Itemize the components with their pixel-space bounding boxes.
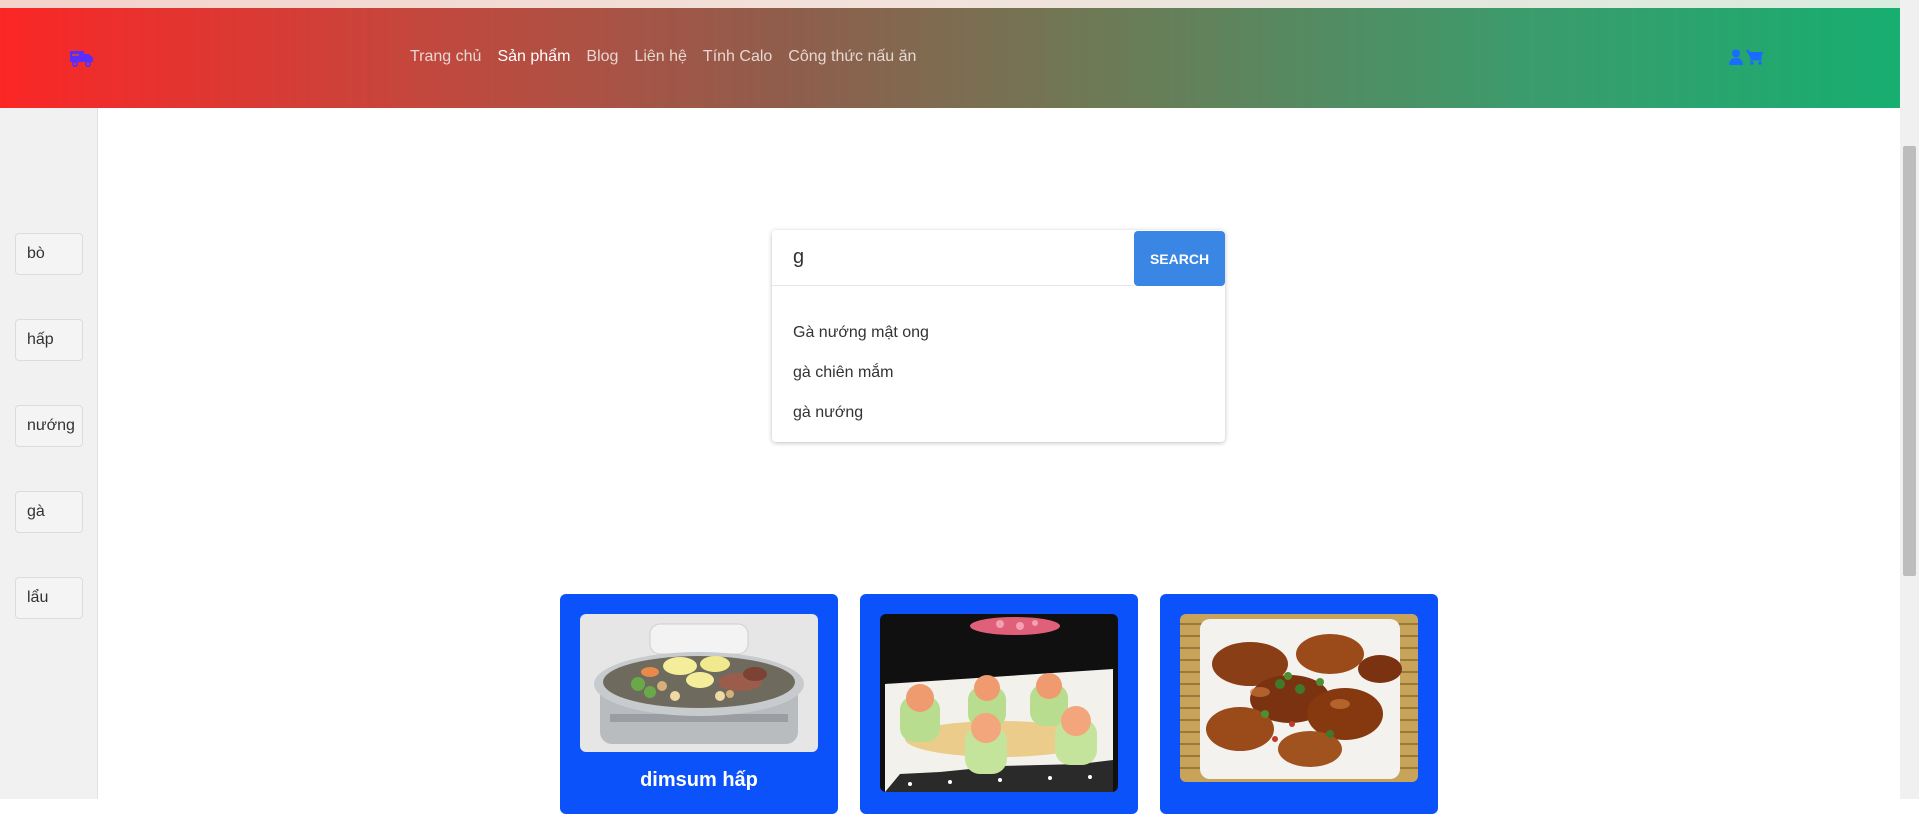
product-image-dimsum[interactable] xyxy=(580,614,818,752)
scrollbar-thumb[interactable] xyxy=(1903,146,1916,576)
nav-link-products[interactable]: Sản phẩm xyxy=(497,48,570,66)
tag-chip[interactable]: lẩu xyxy=(15,577,83,619)
truck-icon[interactable] xyxy=(70,48,94,68)
search-button[interactable]: SEARCH xyxy=(1134,231,1225,286)
nav-link-blog[interactable]: Blog xyxy=(586,48,618,66)
tag-chip[interactable]: nướng xyxy=(15,405,83,447)
search-input[interactable] xyxy=(772,230,1134,286)
tag-chip[interactable]: hấp xyxy=(15,319,83,361)
main-nav: Trang chủ Sản phẩm Blog Liên hệ Tính Cal… xyxy=(410,48,916,66)
suggestion-item[interactable]: gà nướng xyxy=(793,402,929,442)
nav-link-home[interactable]: Trang chủ xyxy=(410,48,481,66)
suggestion-item[interactable]: Gà nướng mật ong xyxy=(793,322,929,362)
cart-icon[interactable] xyxy=(1746,49,1764,70)
nav-icons xyxy=(1729,49,1764,70)
product-image-chicken-wings[interactable] xyxy=(1180,614,1418,782)
tag-chip[interactable]: gà xyxy=(15,491,83,533)
nav-link-recipes[interactable]: Công thức nấu ăn xyxy=(788,48,916,66)
product-card[interactable]: dimsum hấp xyxy=(560,594,838,814)
navbar: Trang chủ Sản phẩm Blog Liên hệ Tính Cal… xyxy=(0,8,1900,108)
user-icon[interactable] xyxy=(1729,49,1743,70)
nav-link-contact[interactable]: Liên hệ xyxy=(634,48,687,66)
product-card[interactable] xyxy=(1160,594,1438,814)
tag-sidebar: bò hấp nướng gà lẩu xyxy=(0,108,98,799)
product-title[interactable]: dimsum hấp xyxy=(560,769,838,792)
tag-chip[interactable]: bò xyxy=(15,233,83,275)
search-suggestions: Gà nướng mật ong gà chiên mắm gà nướng xyxy=(793,322,929,442)
product-image-cucumber-shrimp[interactable] xyxy=(880,614,1118,792)
nav-link-calories[interactable]: Tính Calo xyxy=(703,48,772,66)
product-card[interactable] xyxy=(860,594,1138,814)
search-panel: SEARCH Gà nướng mật ong gà chiên mắm gà … xyxy=(772,230,1225,442)
browser-top-strip xyxy=(0,0,1900,8)
suggestion-item[interactable]: gà chiên mắm xyxy=(793,362,929,402)
